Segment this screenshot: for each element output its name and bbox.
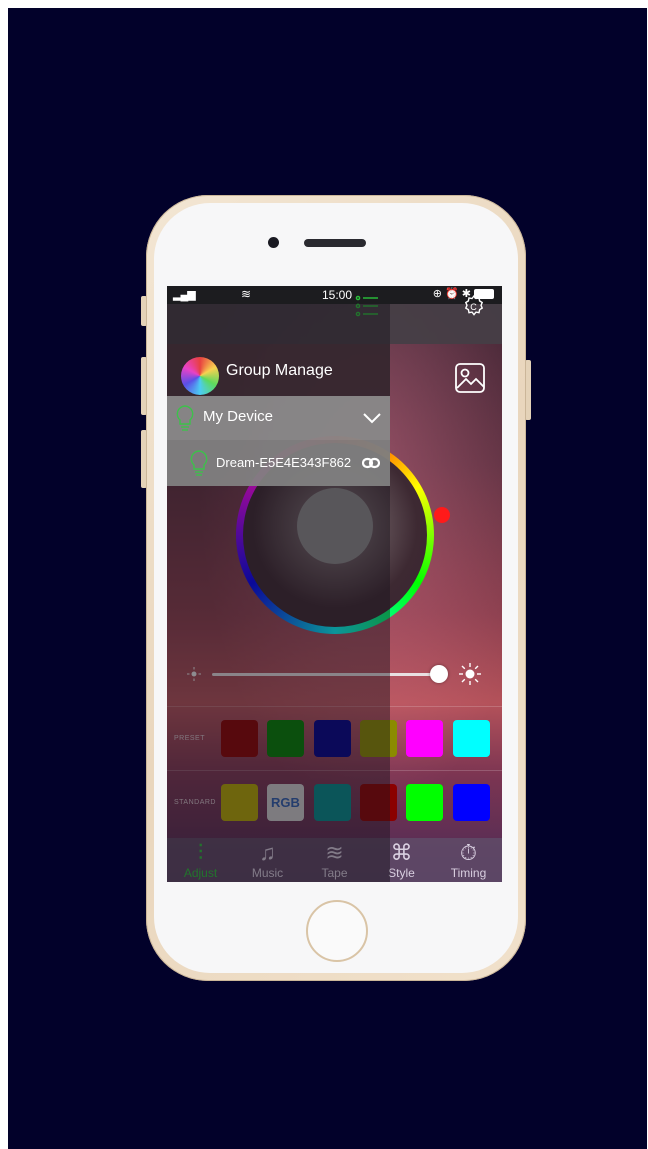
group-manage-label: Group Manage <box>226 362 333 379</box>
side-drawer: Group Manage My Device Dream-E5E4E343F86… <box>167 344 390 486</box>
standard-color-swatch[interactable] <box>453 784 490 821</box>
device-name: Dream-E5E4E343F862 <box>216 455 352 470</box>
chevron-down-icon[interactable] <box>363 411 381 425</box>
wifi-icon: ≋ <box>241 287 252 301</box>
device-list-item[interactable]: Dream-E5E4E343F862 <box>167 440 390 486</box>
stopwatch-icon: ⏱ <box>459 840 478 865</box>
preset-color-swatch[interactable] <box>406 720 443 757</box>
tab-label: Style <box>388 866 415 880</box>
gear-icon[interactable]: C <box>462 294 486 318</box>
link-icon[interactable] <box>362 456 380 470</box>
my-device-label: My Device <box>203 408 274 425</box>
bulb-icon <box>176 405 194 431</box>
svg-text:C: C <box>470 302 477 312</box>
signal-icon: ▂▄▆ <box>173 289 196 301</box>
image-icon[interactable] <box>454 362 486 394</box>
status-bar: ▂▄▆ ≋ 15:00 ⊕ ⏰ ✱ <box>167 286 502 304</box>
app-screen: ▂▄▆ ≋ 15:00 ⊕ ⏰ ✱ C PRESET STANDARD RGB … <box>167 286 502 882</box>
brightness-slider-thumb[interactable] <box>430 665 448 683</box>
front-camera <box>268 237 279 248</box>
color-wheel-knob[interactable] <box>434 507 450 523</box>
tab-label: Timing <box>450 866 487 880</box>
brightness-high-icon <box>459 663 481 685</box>
standard-color-swatch[interactable] <box>406 784 443 821</box>
earpiece-speaker <box>304 239 366 247</box>
group-color-orb-icon <box>181 357 219 395</box>
tab-timing[interactable]: ⏱ Timing <box>435 838 502 882</box>
my-device-row[interactable]: My Device <box>167 396 390 440</box>
group-manage-row[interactable]: Group Manage <box>167 344 390 396</box>
status-time: 15:00 <box>322 288 353 302</box>
home-button[interactable] <box>306 900 368 962</box>
bulb-icon <box>190 450 208 476</box>
preset-color-swatch[interactable] <box>453 720 490 757</box>
